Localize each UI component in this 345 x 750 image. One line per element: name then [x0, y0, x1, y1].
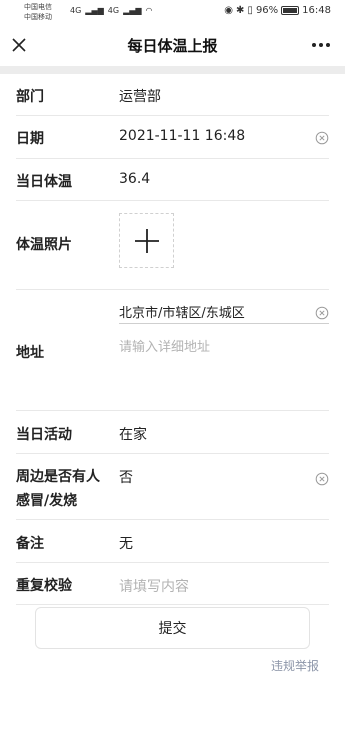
nav-divider	[0, 66, 345, 74]
carrier-info: 中国电信 中国移动	[24, 2, 52, 22]
address-detail-input[interactable]: 请输入详细地址	[119, 336, 319, 355]
more-button[interactable]	[309, 34, 333, 56]
close-icon	[12, 38, 26, 52]
photo-upload-button[interactable]	[119, 213, 174, 268]
more-dot	[326, 43, 330, 47]
activity-row[interactable]: 当日活动 在家	[16, 411, 329, 454]
date-label: 日期	[16, 131, 44, 147]
wifi-icon: ◠	[145, 6, 153, 15]
plus-icon	[134, 228, 159, 253]
activity-value[interactable]: 在家	[119, 424, 147, 444]
battery-icon	[281, 6, 300, 15]
verify-input[interactable]: 请填写内容	[119, 576, 189, 596]
remark-value[interactable]: 无	[119, 533, 133, 553]
temperature-row[interactable]: 当日体温 36.4	[16, 159, 329, 201]
battery-percent: 96%	[255, 5, 279, 16]
submit-button[interactable]: 提交	[35, 607, 310, 649]
report-form: 部门 运营部 日期 2021-11-11 16:48 当日体温 36.4 体温照…	[0, 74, 345, 605]
sick-nearby-value[interactable]: 否	[119, 467, 133, 487]
network-1: 4G	[70, 6, 82, 15]
report-link[interactable]: 违规举报	[271, 657, 319, 674]
sick-nearby-label-line1: 周边是否有人	[16, 469, 100, 485]
address-row: 地址 北京市/市辖区/东城区 请输入详细地址	[16, 290, 329, 411]
remark-row[interactable]: 备注 无	[16, 520, 329, 563]
department-value[interactable]: 运营部	[119, 86, 161, 106]
bluetooth-icon: ✱	[236, 5, 245, 16]
photo-label: 体温照片	[16, 237, 72, 253]
signal-bars-icon: ▂▄▆	[85, 6, 104, 15]
vibrate-icon: ▯	[247, 5, 253, 16]
sick-nearby-label-line2: 感冒/发烧	[16, 493, 78, 509]
photo-row: 体温照片	[16, 201, 329, 290]
status-right: ◉ ✱ ▯ 96% 16:48	[224, 5, 331, 16]
clear-region-icon[interactable]	[315, 305, 329, 320]
more-dot	[312, 43, 316, 47]
temperature-value[interactable]: 36.4	[119, 171, 150, 187]
alarm-icon: ◉	[224, 5, 234, 16]
more-dot	[319, 43, 323, 47]
date-row[interactable]: 日期 2021-11-11 16:48	[16, 116, 329, 159]
address-label: 地址	[16, 345, 44, 361]
remark-label: 备注	[16, 536, 44, 552]
nav-bar: 每日体温上报	[0, 24, 345, 66]
clock: 16:48	[302, 5, 331, 16]
clear-date-icon[interactable]	[315, 130, 329, 145]
verify-label: 重复校验	[16, 578, 72, 594]
region-select[interactable]: 北京市/市辖区/东城区	[119, 302, 329, 324]
activity-label: 当日活动	[16, 427, 72, 443]
close-button[interactable]	[8, 34, 30, 56]
page-title: 每日体温上报	[127, 36, 218, 55]
sick-nearby-row[interactable]: 周边是否有人 感冒/发烧 否	[16, 454, 329, 520]
signal-indicators: 4G ▂▄▆ 4G ▂▄▆ ◠	[70, 6, 153, 15]
temperature-label: 当日体温	[16, 174, 72, 190]
department-row[interactable]: 部门 运营部	[16, 74, 329, 116]
signal-bars-icon-2: ▂▄▆	[123, 6, 142, 15]
date-value[interactable]: 2021-11-11 16:48	[119, 128, 245, 144]
verify-row[interactable]: 重复校验 请填写内容	[16, 563, 329, 605]
network-2: 4G	[107, 6, 120, 15]
battery-fill	[283, 8, 297, 13]
carrier-2: 中国移动	[24, 13, 52, 21]
department-label: 部门	[16, 89, 44, 105]
clear-sick-nearby-icon[interactable]	[315, 471, 329, 486]
status-bar: 中国电信 中国移动 4G ▂▄▆ 4G ▂▄▆ ◠ ◉ ✱ ▯ 96% 16:4…	[0, 0, 345, 24]
carrier-1: 中国电信	[24, 3, 52, 11]
